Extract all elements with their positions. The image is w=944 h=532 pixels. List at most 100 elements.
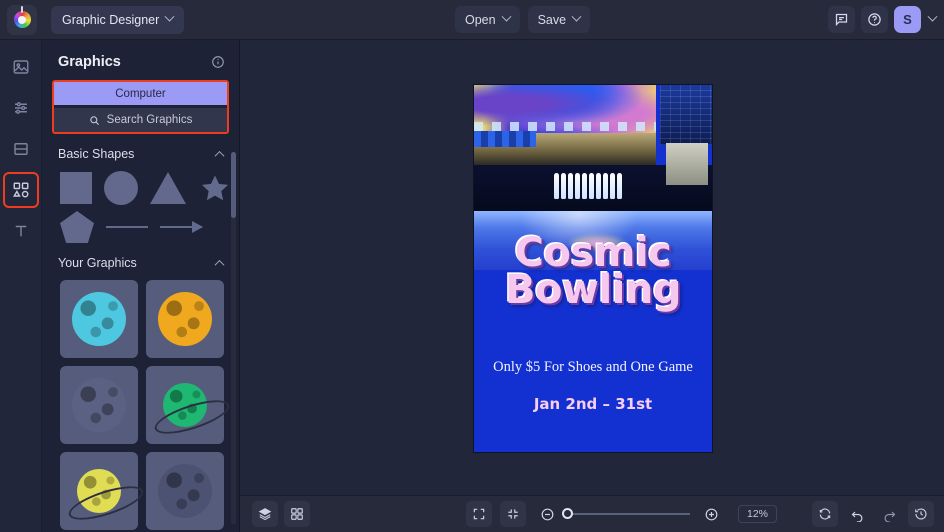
zoom-slider-handle[interactable] (562, 508, 573, 519)
bottom-left-controls (252, 501, 310, 527)
zoom-controls: 12% (466, 501, 778, 527)
shape-star[interactable] (198, 172, 232, 205)
zoom-in-button[interactable] (698, 501, 724, 527)
shape-line[interactable] (106, 225, 148, 229)
history-icon (915, 508, 927, 520)
undo-button[interactable] (844, 501, 870, 527)
search-icon (89, 115, 99, 125)
save-menu[interactable]: Save (527, 6, 591, 33)
avatar-initial: S (903, 12, 912, 27)
text-icon (15, 225, 26, 237)
planet-thumb (158, 292, 212, 346)
planet-thumb (72, 378, 126, 432)
sidebar-item-graphics[interactable] (2, 172, 39, 208)
planet-thumb (163, 383, 207, 427)
panel-header: Graphics (42, 40, 239, 80)
center-actions: Open Save (455, 6, 591, 33)
bottom-bar: 12% (240, 495, 944, 532)
shape-pentagon[interactable] (60, 211, 94, 243)
shape-arrow[interactable] (160, 221, 203, 232)
layers-button[interactable] (252, 501, 278, 527)
poster-document[interactable]: Cosmic Bowling Only $5 For Shoes and One… (474, 85, 712, 452)
basic-shapes-row-1 (42, 165, 239, 205)
feedback-icon (835, 13, 848, 27)
your-graphics-grid (42, 274, 239, 530)
page-title: Graphics (58, 54, 121, 70)
open-menu-label: Open (465, 12, 496, 27)
zoom-slider[interactable] (562, 508, 690, 519)
fit-to-screen-button[interactable] (466, 501, 492, 527)
app-logo-button[interactable] (7, 4, 37, 35)
graphic-planet-gray[interactable] (60, 366, 138, 444)
sidebar-item-layout[interactable] (6, 134, 36, 164)
avatar[interactable]: S (894, 6, 921, 33)
chevron-down-icon[interactable] (927, 11, 938, 22)
collapse-icon (508, 509, 518, 519)
poster-date[interactable]: Jan 2nd – 31st (474, 395, 712, 413)
graphic-planet-cyan[interactable] (60, 280, 138, 358)
layout-icon (13, 143, 28, 155)
photo-bunting (474, 131, 536, 147)
adjust-sliders-icon (14, 102, 27, 114)
sidebar-item-edit[interactable] (6, 93, 36, 123)
top-bar: Graphic Designer Open Save S (0, 0, 944, 40)
planet-thumb (158, 464, 212, 518)
header-right-actions: S (828, 6, 938, 33)
info-icon (212, 56, 224, 68)
grid-icon (291, 508, 303, 520)
section-title: Basic Shapes (58, 147, 135, 161)
sidebar-item-text[interactable] (6, 216, 36, 246)
chevron-down-icon (164, 11, 175, 22)
feedback-button[interactable] (828, 6, 855, 33)
redo-button[interactable] (876, 501, 902, 527)
app-window: Graphic Designer Open Save S Graphics Co… (0, 0, 944, 532)
planet-thumb (77, 469, 121, 513)
section-title: Your Graphics (58, 256, 137, 270)
graphic-planet-dark[interactable] (146, 452, 224, 530)
open-menu[interactable]: Open (455, 6, 520, 33)
shape-square[interactable] (60, 172, 92, 204)
refresh-icon (819, 508, 831, 520)
color-wheel-logo-icon (13, 6, 31, 28)
workspace-selector[interactable]: Graphic Designer (51, 5, 185, 34)
graphic-planet-green-ringed[interactable] (146, 366, 224, 444)
left-tool-rail (0, 40, 42, 532)
photo-right-wall (660, 85, 712, 145)
bottom-right-controls (812, 501, 934, 527)
canvas-area[interactable]: Cosmic Bowling Only $5 For Shoes and One… (240, 40, 944, 495)
search-input[interactable]: Search Graphics (54, 108, 227, 132)
graphic-planet-orange[interactable] (146, 280, 224, 358)
reset-button[interactable] (812, 501, 838, 527)
chevron-down-icon (571, 11, 582, 22)
image-tools-icon (13, 60, 28, 74)
graphic-planet-yellow-ringed[interactable] (60, 452, 138, 530)
actual-size-button[interactable] (500, 501, 526, 527)
section-basic-shapes[interactable]: Basic Shapes (42, 134, 239, 165)
graphics-panel: Graphics Computer Search Graphics Basic … (42, 40, 240, 532)
graphics-shapes-icon (12, 182, 28, 198)
shape-triangle[interactable] (150, 172, 186, 204)
poster-title-line-2: Bowling (505, 266, 681, 313)
history-button[interactable] (908, 501, 934, 527)
chevron-up-icon (214, 150, 225, 161)
help-icon (868, 13, 881, 26)
poster-title[interactable]: Cosmic Bowling (474, 233, 712, 313)
section-your-graphics[interactable]: Your Graphics (42, 243, 239, 274)
zoom-out-button[interactable] (534, 501, 560, 527)
computer-tab-label: Computer (115, 87, 166, 100)
shape-circle[interactable] (104, 171, 138, 205)
planet-thumb (72, 292, 126, 346)
poster-subtitle[interactable]: Only $5 For Shoes and One Game (474, 359, 712, 376)
basic-shapes-row-2 (42, 205, 239, 243)
computer-tab[interactable]: Computer (54, 82, 227, 105)
sidebar-item-image[interactable] (6, 52, 36, 82)
chevron-down-icon (501, 11, 512, 22)
zoom-out-icon (541, 508, 553, 520)
grid-view-button[interactable] (284, 501, 310, 527)
help-button[interactable] (861, 6, 888, 33)
zoom-level-input[interactable]: 12% (738, 505, 778, 523)
search-placeholder: Search Graphics (106, 114, 193, 126)
panel-scrollbar-thumb[interactable] (231, 152, 236, 218)
undo-icon (851, 511, 862, 522)
info-button[interactable] (211, 55, 225, 69)
